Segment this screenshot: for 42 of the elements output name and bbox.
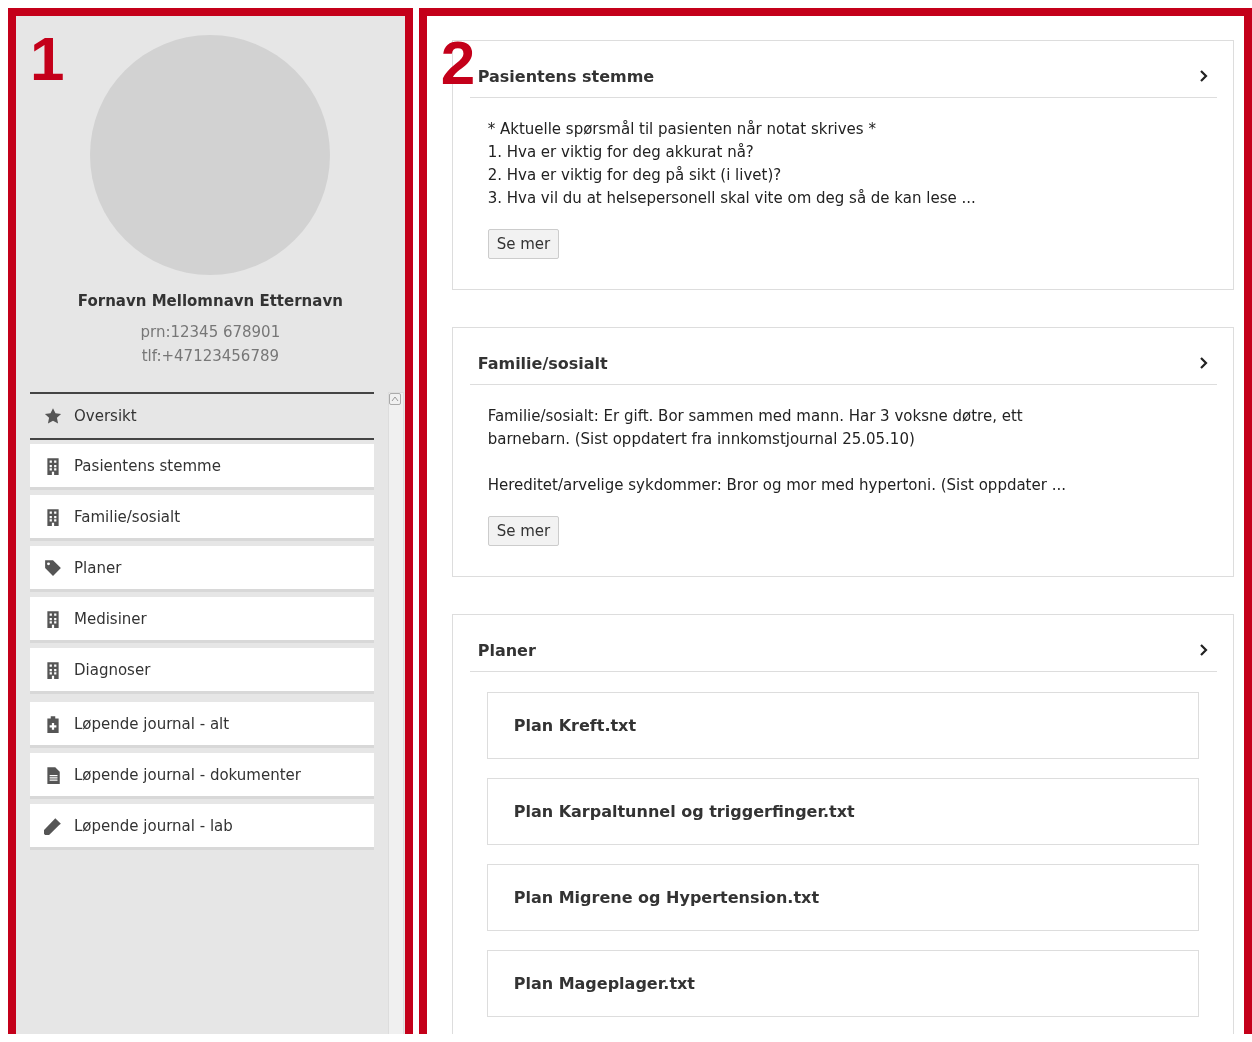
- section-text: Familie/sosialt: Er gift. Bor sammen med mann. Har 3 voksne døtre, ett barnebarn. (Sist oppdatert fra innkomstjournal 25.05.10): [487, 406, 1024, 450]
- sidebar-item[interactable]: Familie/sosialt: [30, 495, 374, 541]
- sidebar-item[interactable]: Medisiner: [30, 597, 374, 643]
- tag-icon: [44, 558, 62, 577]
- building-icon: [44, 609, 62, 628]
- section-text: 3. Hva vil du at helsepersonell skal vite om deg så de kan lese ...: [487, 188, 977, 209]
- section-title: Pasientens stemme: [477, 66, 655, 86]
- panel-number: 1: [30, 28, 65, 90]
- section-text: Hereditet/arvelige sykdommer: Bror og mor med hypertoni. (Sist oppdater ...: [487, 475, 1067, 496]
- scrollbar[interactable]: [388, 392, 404, 1034]
- patient-phone: tlf:+47123456789: [141, 346, 280, 367]
- section-title: Familie/sosialt: [477, 353, 608, 373]
- see-more-button[interactable]: Se mer: [487, 229, 560, 259]
- sidebar-item[interactable]: Løpende journal - lab: [30, 804, 374, 850]
- see-more-button[interactable]: Se mer: [487, 516, 560, 546]
- sidebar-item[interactable]: Planer: [30, 546, 374, 592]
- sidebar-item[interactable]: Løpende journal - dokumenter: [30, 753, 374, 799]
- plan-file-item[interactable]: Plan Kreft.txt: [486, 692, 1199, 759]
- sidebar-item[interactable]: Løpende journal - alt: [30, 702, 374, 748]
- sidebar-item[interactable]: Pasientens stemme: [30, 444, 374, 490]
- chevron-icon[interactable]: [1199, 644, 1209, 656]
- building-icon: [44, 660, 62, 679]
- star-icon: [44, 407, 62, 425]
- section-title: Planer: [477, 640, 536, 660]
- panel-number: 2: [440, 32, 476, 94]
- building-icon: [44, 456, 62, 475]
- chevron-icon[interactable]: [1199, 70, 1209, 82]
- sidebar-item[interactable]: Oversikt: [30, 392, 374, 440]
- chevron-icon[interactable]: [1199, 357, 1209, 369]
- building-icon: [44, 507, 62, 526]
- section-text: * Aktuelle spørsmål til pasienten når notat skrives *: [487, 119, 877, 140]
- section-text: 1. Hva er viktig for deg akkurat nå?: [487, 142, 755, 163]
- patient-name: Fornavn Mellomnavn Etternavn: [77, 292, 343, 310]
- caret-icon: [390, 394, 400, 404]
- section-text: 2. Hva er viktig for deg på sikt (i livet)?: [487, 165, 783, 186]
- plan-file-item[interactable]: Plan Migrene og Hypertension.txt: [486, 864, 1199, 931]
- patient-id: prn:12345 678901: [140, 322, 281, 343]
- clipboard-icon: [44, 714, 62, 733]
- plan-file-item[interactable]: Plan Mageplager.txt: [486, 950, 1199, 1017]
- plan-file-item[interactable]: Plan Karpaltunnel og triggerfinger.txt: [486, 778, 1199, 845]
- document-icon: [44, 765, 62, 784]
- sidebar-item[interactable]: Diagnoser: [30, 648, 374, 694]
